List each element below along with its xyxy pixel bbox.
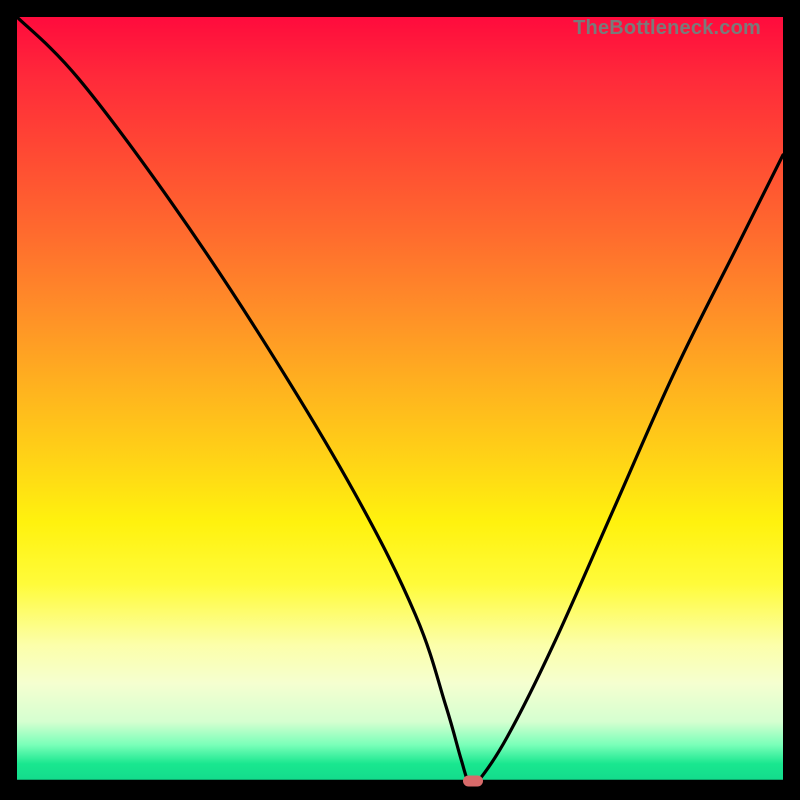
bottleneck-curve — [17, 17, 783, 783]
chart-frame: TheBottleneck.com — [0, 0, 800, 800]
current-config-marker — [463, 776, 483, 787]
plot-area: TheBottleneck.com — [17, 17, 783, 783]
